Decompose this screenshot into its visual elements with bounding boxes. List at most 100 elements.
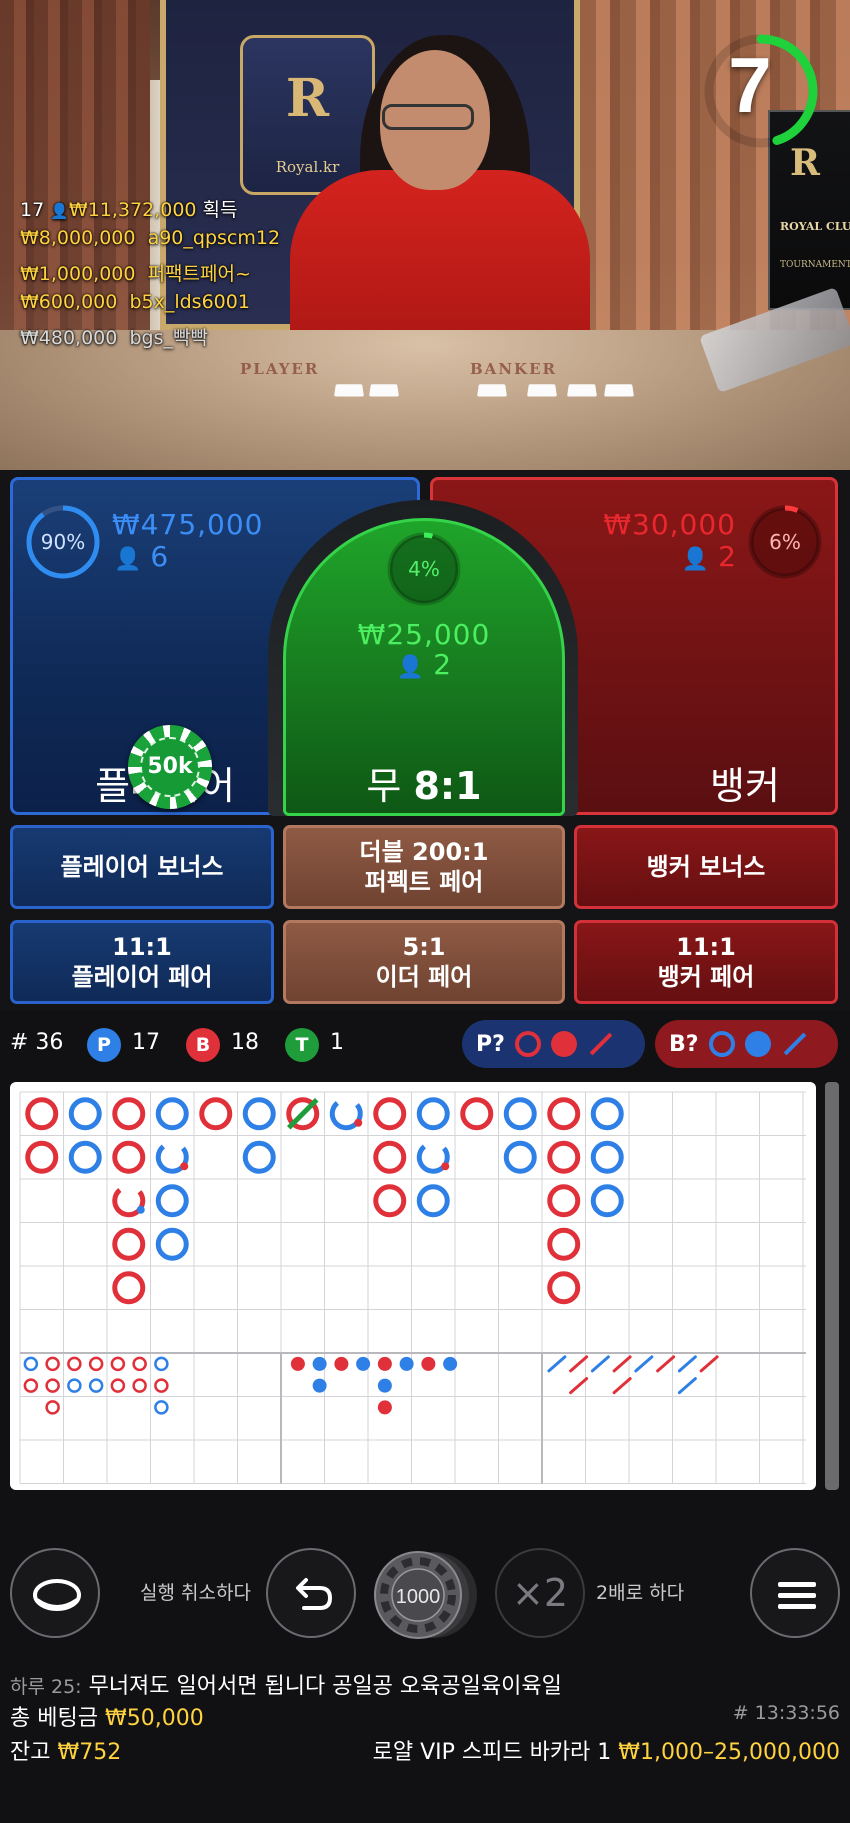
- table-icon: [33, 1579, 81, 1611]
- cockroach-mark: [656, 1355, 676, 1373]
- pair-dot: [354, 1118, 363, 1127]
- undo-button[interactable]: [266, 1548, 356, 1638]
- cockroach-mark: [569, 1355, 589, 1373]
- road-mark: [460, 1097, 494, 1131]
- banker-count-badge: B: [186, 1028, 220, 1062]
- cockroach-mark: [677, 1377, 697, 1395]
- menu-button[interactable]: [750, 1548, 840, 1638]
- banker-bonus-button[interactable]: 뱅커 보너스: [574, 825, 838, 909]
- winners-header: 17 👤₩11,372,000 획득: [20, 199, 238, 221]
- road-mark: [590, 1140, 624, 1174]
- big-eye-mark: [132, 1356, 147, 1372]
- double-icon: ×2: [511, 1571, 569, 1615]
- big-eye-mark: [23, 1378, 39, 1393]
- banker-bet-amount: ₩30,000: [603, 508, 736, 541]
- road-mark: [547, 1184, 581, 1218]
- small-road-mark: [443, 1356, 458, 1371]
- double-button[interactable]: ×2: [495, 1548, 585, 1638]
- card: [527, 384, 557, 397]
- small-road-red-icon: [550, 1031, 577, 1057]
- cockroach-mark: [699, 1355, 719, 1373]
- big-eye-mark: [110, 1356, 126, 1372]
- road-mark: [373, 1184, 407, 1218]
- road-mark: [112, 1184, 146, 1218]
- road-mark: [155, 1184, 189, 1218]
- big-eye-mark: [45, 1400, 60, 1415]
- round-number: # 36: [10, 1030, 64, 1055]
- tie-percent: 4%: [408, 557, 440, 581]
- road-mark: [242, 1140, 276, 1174]
- winner-row: ₩8,000,000 a90_qpscm12: [20, 227, 281, 249]
- road-mark: [590, 1097, 624, 1131]
- big-eye-mark: [45, 1378, 60, 1393]
- tie-label: 무 8:1: [366, 764, 482, 808]
- road-mark: [242, 1097, 276, 1131]
- cockroach-mark: [547, 1355, 567, 1373]
- table-banker-label: BANKER: [470, 360, 557, 378]
- person-icon: 👤: [50, 202, 69, 220]
- person-icon: 👤: [681, 547, 710, 572]
- banker-bettor-count: 👤 2: [681, 540, 736, 573]
- chip-selector[interactable]: 1000: [372, 1548, 480, 1642]
- road-mark: [329, 1097, 363, 1131]
- player-bonus-button[interactable]: 플레이어 보너스: [10, 825, 274, 909]
- banker-ask-road-button[interactable]: B?: [655, 1020, 838, 1068]
- road-mark: [155, 1227, 189, 1261]
- big-eye-mark: [154, 1356, 169, 1372]
- road-mark: [68, 1097, 102, 1131]
- winner-row: ₩480,000 bgs_빡빡: [20, 327, 208, 349]
- winner-row: ₩600,000 b5x_lds6001: [20, 291, 250, 313]
- road-mark: [547, 1227, 581, 1261]
- road-mark: [112, 1227, 146, 1261]
- road-mark: [68, 1140, 102, 1174]
- chat-ticker: 하루 25: 무너져도 일어서면 됩니다 공일공 오육공일육이육일: [10, 1674, 562, 1699]
- big-eye-blue-icon: [708, 1031, 735, 1057]
- cockroach-mark: [590, 1355, 610, 1373]
- either-pair-button[interactable]: 5:1 이더 페어: [283, 920, 565, 1004]
- banker-win-count: 18: [231, 1030, 259, 1055]
- small-road-mark: [377, 1356, 392, 1371]
- small-road-blue-icon: [744, 1031, 771, 1057]
- roadmap-scrollbar[interactable]: [825, 1082, 839, 1490]
- pair-dot: [441, 1162, 450, 1171]
- tie-bet-amount: ₩25,000: [357, 618, 491, 651]
- big-eye-mark: [23, 1356, 39, 1372]
- player-pair-button[interactable]: 11:1 플레이어 페어: [10, 920, 274, 1004]
- road-mark: [112, 1140, 146, 1174]
- banker-pair-button[interactable]: 11:1 뱅커 페어: [574, 920, 838, 1004]
- perfect-pair-button[interactable]: 더블 200:1 퍼펙트 페어: [283, 825, 565, 909]
- card: [369, 384, 399, 397]
- pair-dot: [136, 1205, 145, 1214]
- cockroach-red-icon: [589, 1032, 613, 1056]
- player-bet-amount: ₩475,000: [112, 508, 264, 541]
- road-mark: [155, 1097, 189, 1131]
- road-mark: [25, 1097, 59, 1131]
- small-road-mark: [290, 1356, 305, 1371]
- cockroach-mark: [677, 1355, 697, 1373]
- round-id: # 13:33:56: [732, 1702, 840, 1724]
- winners-list: 17 👤₩11,372,000 획득 ₩8,000,000 a90_qpscm1…: [20, 195, 280, 355]
- small-road-mark: [312, 1378, 327, 1393]
- road-mark: [112, 1271, 146, 1305]
- road-mark: [547, 1271, 581, 1305]
- big-eye-mark: [110, 1378, 126, 1393]
- big-eye-mark: [132, 1378, 147, 1393]
- big-eye-mark: [67, 1378, 82, 1393]
- banker-label: 뱅커: [710, 764, 780, 808]
- player-ask-road-button[interactable]: P?: [462, 1020, 645, 1068]
- player-count-badge: P: [87, 1028, 121, 1062]
- winner-row: ₩1,000,000 퍼팩트페어~: [20, 263, 251, 285]
- big-eye-mark: [154, 1378, 169, 1393]
- small-road-mark: [312, 1356, 327, 1371]
- road-mark: [416, 1184, 450, 1218]
- big-eye-mark: [88, 1378, 104, 1393]
- dealer-glasses: [382, 104, 474, 130]
- small-road-mark: [356, 1356, 371, 1371]
- table-view-button[interactable]: [10, 1548, 100, 1638]
- big-eye-mark: [154, 1400, 169, 1415]
- cockroach-mark: [612, 1377, 632, 1395]
- road-mark: [547, 1097, 581, 1131]
- table-info: 로얄 VIP 스피드 바카라 1 ₩1,000–25,000,000: [372, 1740, 840, 1765]
- pair-dot: [180, 1162, 189, 1171]
- small-road-mark: [334, 1356, 349, 1371]
